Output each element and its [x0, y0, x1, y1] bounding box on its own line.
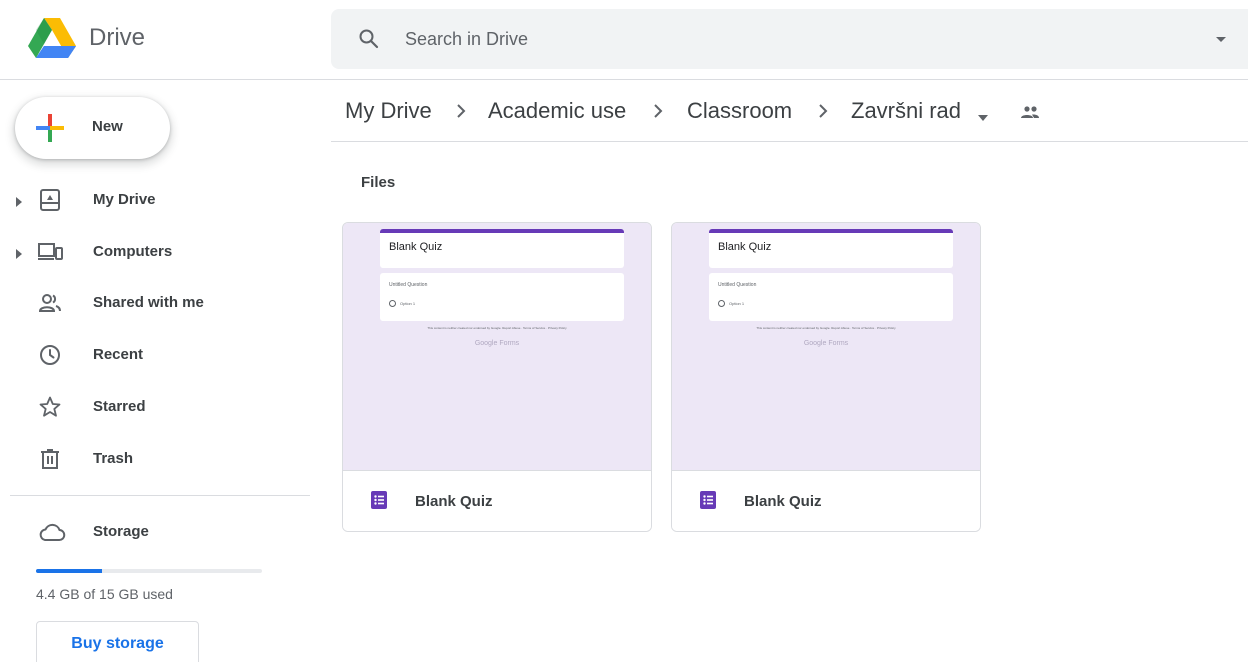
breadcrumb-item-current-folder[interactable]: Završni rad: [851, 98, 961, 124]
top-bar: Drive: [0, 0, 1248, 80]
buy-storage-button[interactable]: Buy storage: [36, 621, 199, 662]
chevron-right-icon: [817, 104, 829, 118]
search-bar[interactable]: [331, 9, 1248, 69]
sidebar-item-label: Computers: [93, 243, 173, 260]
file-card-footer: Blank Quiz: [672, 470, 980, 531]
forms-icon: [371, 491, 387, 509]
file-name: Blank Quiz: [415, 493, 493, 510]
star-icon: [38, 395, 62, 419]
form-preview-question-text: Untitled Question: [718, 282, 757, 288]
form-preview-question: Untitled Question Option 1: [709, 273, 953, 321]
form-preview-title: Blank Quiz: [389, 241, 443, 253]
sidebar-item-label: Shared with me: [93, 294, 204, 311]
form-preview-question: Untitled Question Option 1: [380, 273, 624, 321]
file-card[interactable]: Blank Quiz Untitled Question Option 1 Th…: [342, 222, 652, 532]
form-preview-header: Blank Quiz: [380, 229, 624, 268]
storage-usage-bar: [36, 569, 262, 573]
shared-folder-icon[interactable]: [1019, 103, 1041, 121]
forms-icon: [700, 491, 716, 509]
form-preview-footer: This content is neither created nor endo…: [756, 326, 896, 330]
file-name: Blank Quiz: [744, 493, 822, 510]
sidebar-item-label: Recent: [93, 346, 144, 363]
sidebar: New My Drive Computers Shared with me Re…: [0, 81, 330, 662]
sidebar-item-trash[interactable]: Trash: [0, 437, 320, 481]
app-name[interactable]: Drive: [89, 24, 145, 52]
section-title-files: Files: [361, 174, 396, 191]
file-card[interactable]: Blank Quiz Untitled Question Option 1 Th…: [671, 222, 981, 532]
plus-icon: [36, 114, 64, 142]
sidebar-item-my-drive[interactable]: My Drive: [0, 178, 320, 222]
file-thumbnail: Blank Quiz Untitled Question Option 1 Th…: [343, 223, 651, 470]
my-drive-icon: [38, 188, 62, 212]
form-preview-title: Blank Quiz: [718, 241, 772, 253]
radio-icon: [718, 300, 725, 307]
sidebar-item-storage[interactable]: Storage: [0, 510, 320, 554]
storage-usage-fill: [36, 569, 103, 573]
form-preview-footer: This content is neither created nor endo…: [427, 326, 567, 330]
search-options-dropdown-icon[interactable]: [1213, 31, 1229, 47]
chevron-right-icon: [455, 104, 467, 118]
sidebar-item-label: Storage: [93, 523, 149, 540]
expand-arrow-icon[interactable]: [15, 246, 23, 259]
form-preview-option: Option 1: [400, 301, 416, 306]
sidebar-item-starred[interactable]: Starred: [0, 385, 320, 429]
storage-usage-text: 4.4 GB of 15 GB used: [36, 586, 173, 602]
breadcrumb-item-academic-use[interactable]: Academic use: [488, 98, 626, 124]
shared-with-me-icon: [38, 291, 62, 315]
computers-icon: [38, 240, 63, 264]
breadcrumb-item-my-drive[interactable]: My Drive: [345, 98, 432, 124]
sidebar-item-label: Starred: [93, 398, 146, 415]
sidebar-item-recent[interactable]: Recent: [0, 333, 320, 377]
radio-icon: [389, 300, 396, 307]
sidebar-item-shared-with-me[interactable]: Shared with me: [0, 281, 320, 325]
form-preview-question-text: Untitled Question: [389, 282, 428, 288]
form-preview-header: Blank Quiz: [709, 229, 953, 268]
file-card-footer: Blank Quiz: [343, 470, 651, 531]
search-icon[interactable]: [357, 27, 381, 51]
breadcrumb-item-classroom[interactable]: Classroom: [687, 98, 792, 124]
form-preview-brand: Google Forms: [474, 340, 520, 347]
form-preview-option: Option 1: [729, 301, 745, 306]
chevron-right-icon: [652, 104, 664, 118]
sidebar-item-computers[interactable]: Computers: [0, 230, 320, 274]
folder-dropdown-icon[interactable]: [978, 108, 988, 121]
expand-arrow-icon[interactable]: [15, 194, 23, 207]
new-button-label: New: [92, 118, 123, 135]
drive-logo-icon[interactable]: [28, 18, 76, 58]
search-input[interactable]: [405, 25, 1105, 53]
new-button[interactable]: New: [15, 97, 170, 159]
breadcrumb: My Drive Academic use Classroom Završni …: [331, 81, 1248, 142]
cloud-icon: [38, 520, 66, 544]
form-preview-brand: Google Forms: [803, 340, 849, 347]
sidebar-item-label: My Drive: [93, 191, 156, 208]
trash-icon: [38, 447, 62, 471]
sidebar-divider: [10, 495, 310, 496]
clock-icon: [38, 343, 62, 367]
sidebar-item-label: Trash: [93, 450, 134, 467]
file-thumbnail: Blank Quiz Untitled Question Option 1 Th…: [672, 223, 980, 470]
